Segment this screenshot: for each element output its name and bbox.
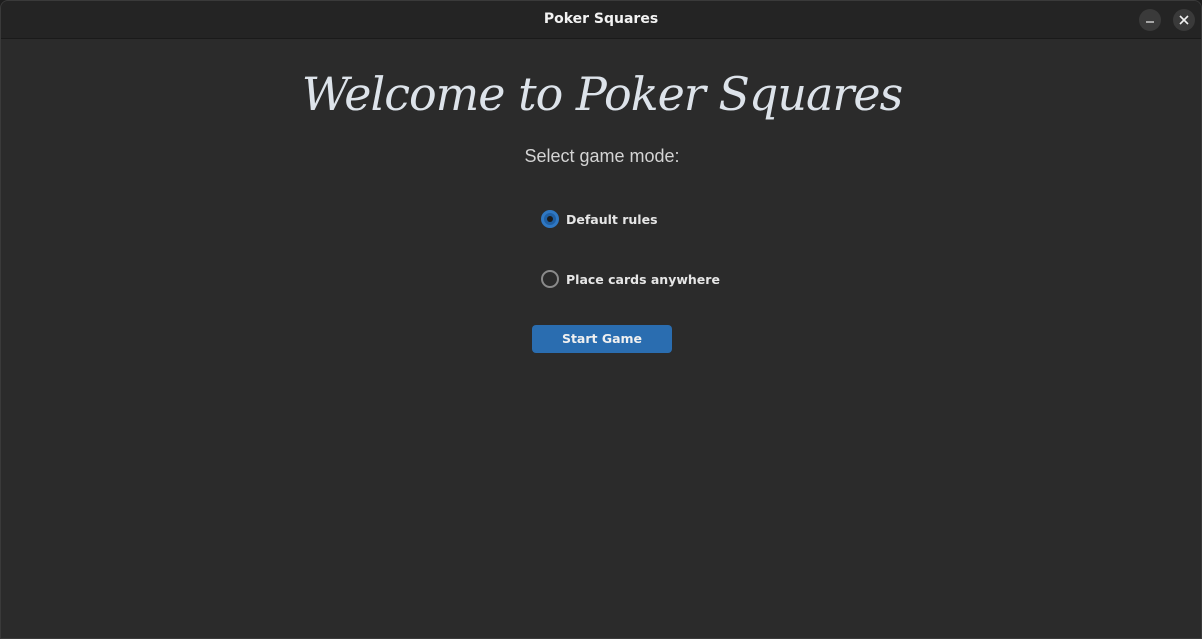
mode-option-label: Place cards anywhere: [566, 271, 720, 287]
radio-button-unselected[interactable]: [541, 270, 559, 288]
mode-option-place-cards-anywhere[interactable]: Place cards anywhere: [541, 267, 720, 291]
minimize-button[interactable]: [1139, 9, 1161, 31]
mode-option-label: Default rules: [566, 211, 658, 227]
app-window: Poker Squares Welcome to Poker Squares S…: [0, 0, 1202, 639]
mode-option-default-rules[interactable]: Default rules: [541, 207, 658, 231]
close-icon: [1179, 15, 1189, 25]
minimize-icon: [1146, 21, 1154, 23]
radio-button-selected[interactable]: [541, 210, 559, 228]
close-button[interactable]: [1173, 9, 1195, 31]
welcome-heading: Welcome to Poker Squares: [301, 67, 904, 121]
game-mode-prompt: Select game mode:: [524, 146, 680, 166]
title-bar[interactable]: Poker Squares: [1, 1, 1201, 39]
start-game-button[interactable]: Start Game: [532, 325, 672, 353]
window-title: Poker Squares: [543, 11, 659, 27]
